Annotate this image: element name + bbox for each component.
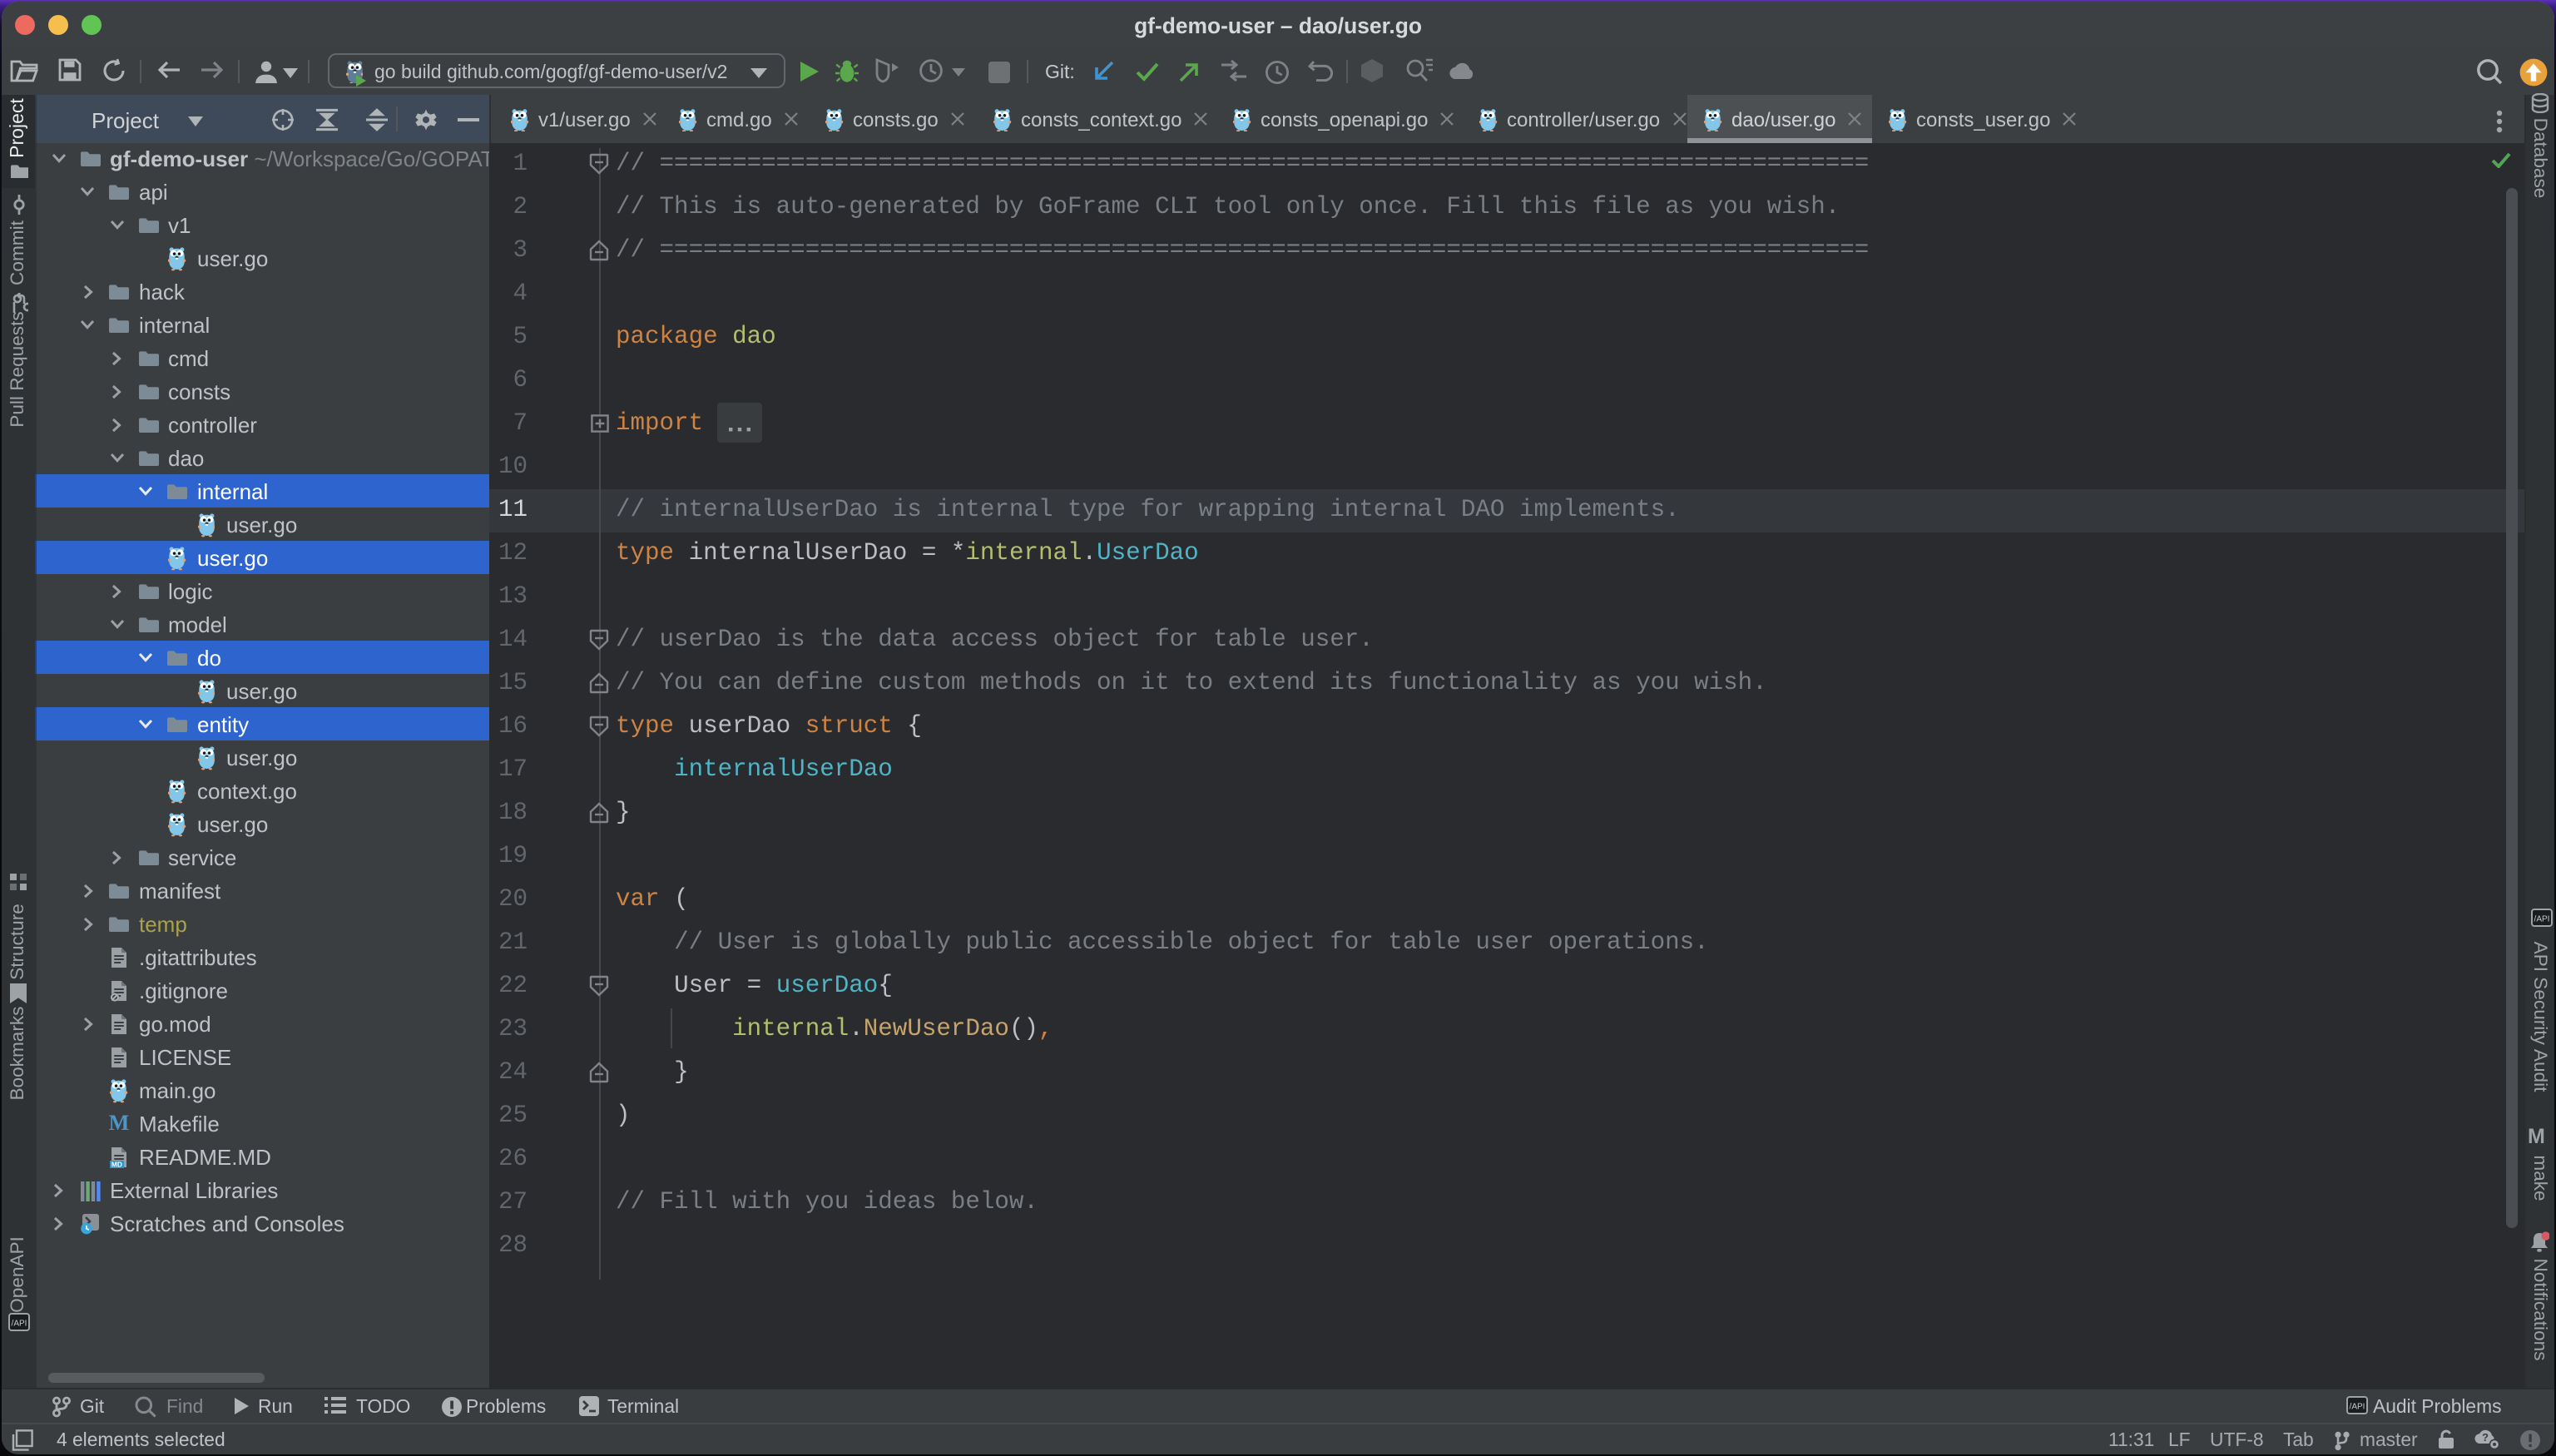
svg-text:/API: /API <box>2350 1402 2365 1411</box>
svg-text:MD: MD <box>111 1160 122 1167</box>
svg-text:?: ? <box>2482 1431 2489 1444</box>
svg-text:/API: /API <box>12 1320 27 1329</box>
